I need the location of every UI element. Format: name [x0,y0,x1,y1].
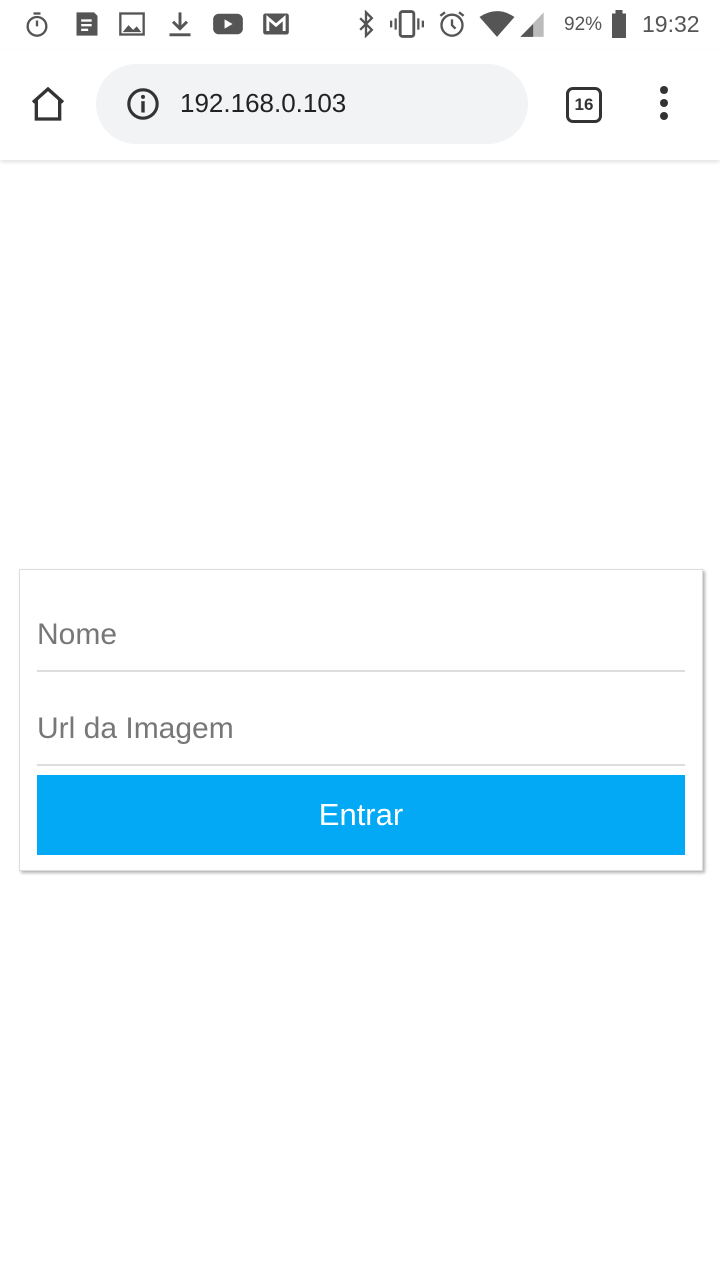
youtube-icon [212,10,244,38]
battery-icon [608,10,630,38]
dot-icon [660,86,668,94]
dot-icon [660,99,668,107]
download-icon [166,10,194,38]
enter-button[interactable]: Entrar [37,775,685,855]
image-icon [118,10,146,38]
browser-toolbar: 192.168.0.103 16 [0,50,720,160]
home-button[interactable] [28,84,68,124]
overflow-menu-button[interactable] [654,86,674,126]
alarm-icon [438,10,466,38]
status-bar: 92% 19:32 [0,0,720,50]
address-bar[interactable]: 192.168.0.103 [96,64,528,144]
notes-icon [73,10,101,38]
dot-icon [660,112,668,120]
battery-percent: 92% [564,14,603,35]
bluetooth-icon [352,9,380,39]
gmail-icon [262,10,290,38]
stopwatch-icon [23,10,51,38]
info-icon[interactable] [126,87,160,121]
login-card: Entrar [19,569,703,871]
wifi-icon [478,10,516,38]
signal-icon [518,10,546,38]
tab-switcher-button[interactable]: 16 [566,87,602,123]
url-text: 192.168.0.103 [180,88,347,118]
image-url-input[interactable] [37,694,685,766]
clock: 19:32 [642,11,700,37]
vibrate-icon [390,10,424,38]
name-input[interactable] [37,600,685,672]
home-icon [31,86,65,121]
